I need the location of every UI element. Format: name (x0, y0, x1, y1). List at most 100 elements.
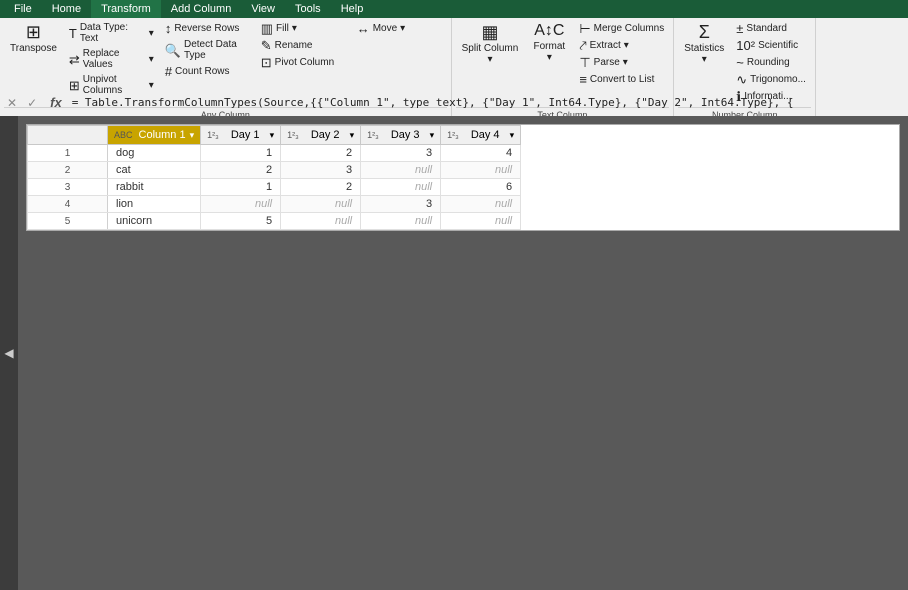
extract-button[interactable]: ⤤ Extract ▾ (574, 37, 669, 54)
split-column-dropdown: ▾ (487, 54, 492, 65)
col1-dropdown-icon[interactable]: ▾ (190, 130, 195, 141)
day1-dropdown-icon[interactable]: ▾ (270, 130, 275, 141)
data-type-icon: T (69, 27, 77, 40)
sidebar-collapse-button[interactable]: ◀ (0, 116, 18, 590)
day2-dropdown-icon[interactable]: ▾ (350, 130, 355, 141)
cell-day2[interactable]: 2 (281, 179, 361, 196)
cell-day4[interactable]: 6 (441, 179, 521, 196)
tab-add-column[interactable]: Add Column (161, 0, 242, 18)
col-header-day4[interactable]: 1²₃ Day 4 ▾ (441, 126, 521, 145)
rename-button[interactable]: ✎ Rename (256, 37, 351, 54)
transpose-label: Transpose (10, 43, 57, 54)
col-header-day2[interactable]: 1²₃ Day 2 ▾ (281, 126, 361, 145)
table-row: 4lionnullnull3null (28, 196, 521, 213)
col-header-day3[interactable]: 1²₃ Day 3 ▾ (361, 126, 441, 145)
formula-input[interactable] (72, 96, 904, 109)
scientific-button[interactable]: 10² Scientific (731, 37, 811, 54)
pivot-icon: ⊡ (261, 56, 272, 69)
fill-icon: ▥ (261, 22, 273, 35)
formula-accept-button[interactable]: ✓ (24, 96, 40, 110)
statistics-label: Statistics (684, 43, 724, 54)
trig-icon: ∿ (736, 73, 747, 86)
formula-cancel-button[interactable]: ✕ (4, 96, 20, 110)
day3-dropdown-icon[interactable]: ▾ (430, 130, 435, 141)
standard-icon: ± (736, 22, 743, 35)
extract-dropdown-icon: ▾ (624, 40, 629, 51)
rounding-button[interactable]: ~ Rounding (731, 54, 811, 71)
reverse-rows-label: Reverse Rows (174, 23, 239, 34)
row-num: 4 (28, 196, 108, 213)
fill-button[interactable]: ▥ Fill ▾ (256, 20, 351, 37)
data-type-button[interactable]: T Data Type: Text ▾ (64, 20, 159, 46)
detect-data-type-button[interactable]: 🔍 Detect Data Type (160, 37, 255, 63)
cell-day2[interactable]: null (281, 196, 361, 213)
cell-day1[interactable]: null (201, 196, 281, 213)
reverse-rows-button[interactable]: ↕ Reverse Rows (160, 20, 255, 37)
col-header-day1[interactable]: 1²₃ Day 1 ▾ (201, 126, 281, 145)
day4-dropdown-icon[interactable]: ▾ (510, 130, 515, 141)
parse-button[interactable]: ⊤ Parse ▾ (574, 54, 669, 71)
cell-day2[interactable]: null (281, 213, 361, 230)
unpivot-columns-button[interactable]: ⊞ Unpivot Columns ▾ (64, 72, 159, 98)
cell-day4[interactable]: null (441, 162, 521, 179)
text-small-stack: ⊢ Merge Columns ⤤ Extract ▾ ⊤ Parse ▾ (574, 20, 669, 88)
cell-col1[interactable]: dog (108, 145, 201, 162)
statistics-button[interactable]: Σ Statistics ▾ (678, 20, 730, 68)
cell-day3[interactable]: null (361, 162, 441, 179)
table-row: 2cat23nullnull (28, 162, 521, 179)
move-button[interactable]: ↔ Move ▾ (352, 20, 447, 37)
cell-col1[interactable]: rabbit (108, 179, 201, 196)
cell-col1[interactable]: cat (108, 162, 201, 179)
day1-label: Day 1 (231, 129, 260, 141)
replace-values-button[interactable]: ⇄ Replace Values ▾ (64, 46, 159, 72)
cell-day3[interactable]: 3 (361, 145, 441, 162)
cell-day4[interactable]: 4 (441, 145, 521, 162)
convert-to-list-label: Convert to List (590, 74, 654, 85)
standard-label: Standard (746, 23, 787, 34)
tab-tools[interactable]: Tools (285, 0, 331, 18)
cell-day1[interactable]: 5 (201, 213, 281, 230)
move-dropdown-icon: ▾ (400, 23, 405, 34)
cell-day3[interactable]: null (361, 213, 441, 230)
cell-day4[interactable]: null (441, 213, 521, 230)
count-rows-button[interactable]: # Count Rows (160, 63, 255, 80)
tab-help[interactable]: Help (331, 0, 374, 18)
cell-day3[interactable]: 3 (361, 196, 441, 213)
cell-day1[interactable]: 1 (201, 179, 281, 196)
merge-columns-label: Merge Columns (594, 23, 665, 34)
tab-file[interactable]: File (4, 0, 42, 18)
convert-to-list-button[interactable]: ≡ Convert to List (574, 71, 669, 88)
tab-view[interactable]: View (241, 0, 285, 18)
tab-home[interactable]: Home (42, 0, 91, 18)
trigonometry-button[interactable]: ∿ Trigonomo... (731, 71, 811, 88)
cell-col1[interactable]: lion (108, 196, 201, 213)
merge-columns-button[interactable]: ⊢ Merge Columns (574, 20, 669, 37)
main-area: ◀ ABC Column 1 ▾ (0, 116, 908, 590)
cell-day2[interactable]: 3 (281, 162, 361, 179)
cell-day3[interactable]: null (361, 179, 441, 196)
transpose-button[interactable]: ⊞ Transpose (4, 20, 63, 57)
cell-day2[interactable]: 2 (281, 145, 361, 162)
day4-label: Day 4 (471, 129, 500, 141)
ribbon-tab-bar: File Home Transform Add Column View Tool… (0, 0, 908, 18)
split-column-button[interactable]: ▦ Split Column ▾ (456, 20, 525, 68)
pivot-column-button[interactable]: ⊡ Pivot Column (256, 54, 351, 71)
cell-day4[interactable]: null (441, 196, 521, 213)
content-panel: ABC Column 1 ▾ 1²₃ Day 1 ▾ (18, 116, 908, 590)
col1-label: Column 1 (139, 129, 186, 141)
scientific-label: Scientific (758, 40, 798, 51)
cell-col1[interactable]: unicorn (108, 213, 201, 230)
col-header-col1[interactable]: ABC Column 1 ▾ (108, 126, 201, 145)
cell-day1[interactable]: 2 (201, 162, 281, 179)
tab-transform[interactable]: Transform (91, 0, 161, 18)
ribbon: File Home Transform Add Column View Tool… (0, 0, 908, 90)
cell-day1[interactable]: 1 (201, 145, 281, 162)
format-button[interactable]: A↕C Format ▾ (525, 20, 573, 66)
standard-button[interactable]: ± Standard (731, 20, 811, 37)
col1-header-content: ABC Column 1 ▾ (114, 129, 194, 141)
format-label: Format (533, 41, 565, 52)
day2-header-content: 1²₃ Day 2 ▾ (287, 129, 354, 141)
day3-header-content: 1²₃ Day 3 ▾ (367, 129, 434, 141)
count-rows-label: Count Rows (175, 66, 229, 77)
rename-label: Rename (275, 40, 313, 51)
